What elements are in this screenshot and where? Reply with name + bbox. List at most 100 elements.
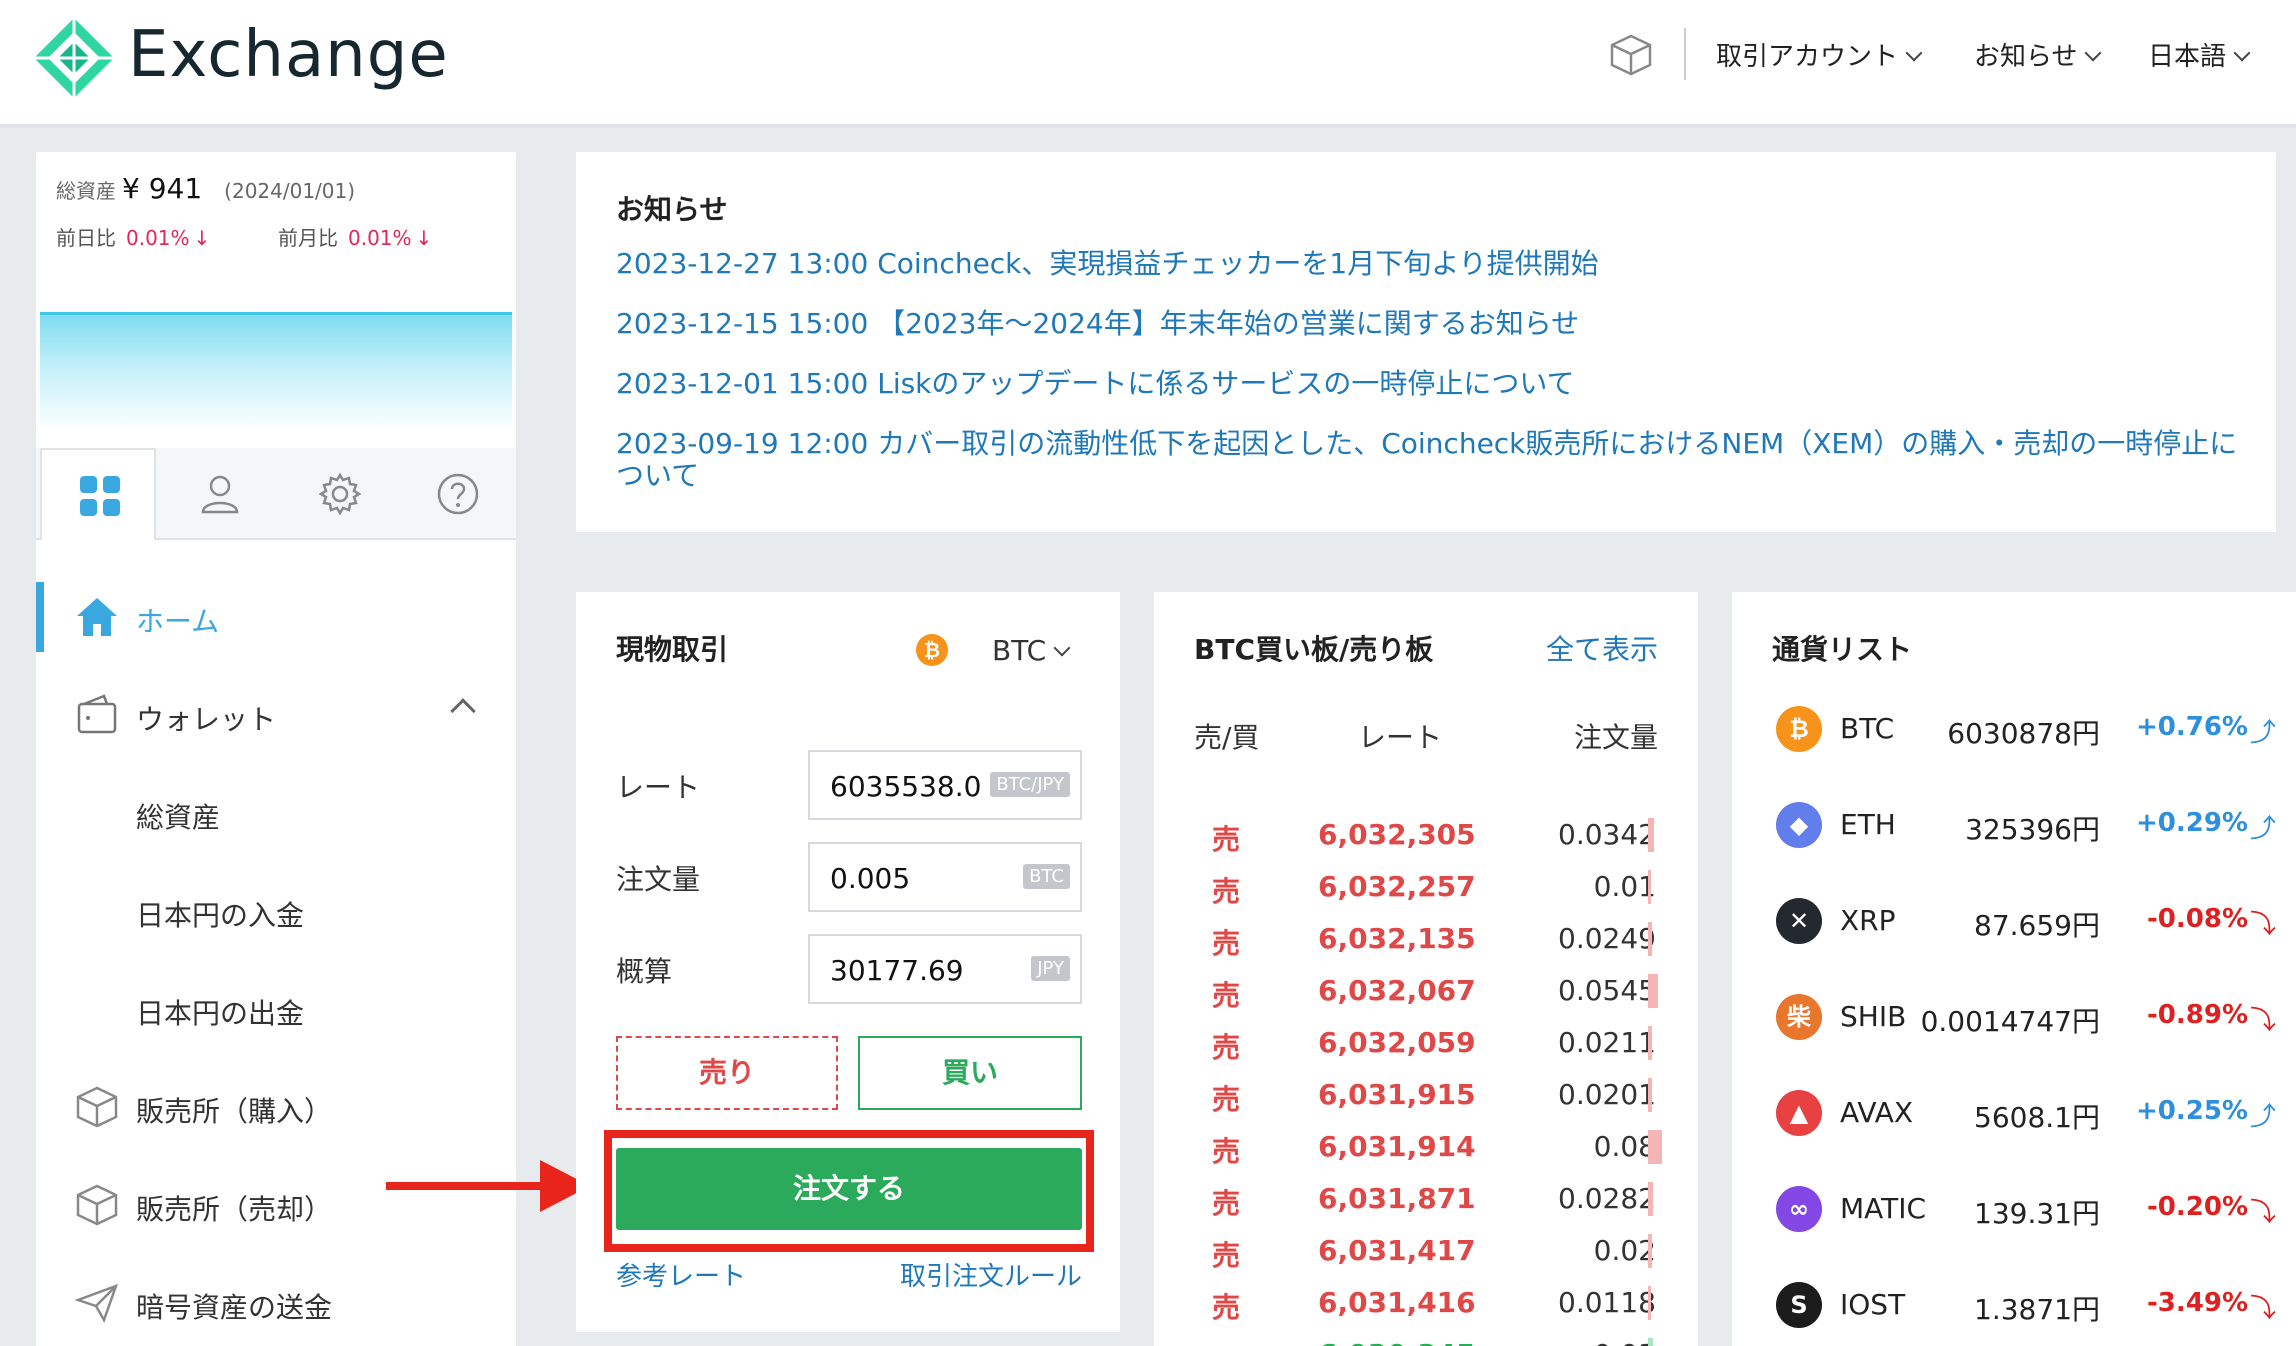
order-book-panel: BTC買い板/売り板 全て表示 売/買 レート 注文量 売 6,032,305 0.… — [1154, 592, 1698, 1346]
order-amount: 0.0118 — [1558, 1286, 1656, 1319]
notice-menu-label: お知らせ — [1974, 42, 2078, 72]
order-side: 売 — [1212, 875, 1241, 908]
sell-toggle-button[interactable]: 売り — [616, 1036, 838, 1110]
currency-row-btc[interactable]: ₿ BTC 6030878円 +0.76% ⤴ — [1732, 698, 2296, 758]
account-menu[interactable]: 取引アカウント — [1716, 36, 1923, 73]
order-side: 買 — [1212, 1338, 1240, 1346]
notice-link[interactable]: 2023-12-15 15:00 【2023年〜2024年】年末年始の営業に関す… — [616, 308, 2256, 340]
trend-up-icon: ⤴ — [2249, 1102, 2276, 1132]
currency-change: -0.08% — [2147, 904, 2248, 934]
order-book-row[interactable]: 売 6,032,067 0.0545 — [1154, 966, 1698, 1018]
currency-row-avax[interactable]: ▲ AVAX 5608.1円 +0.25% ⤴ — [1732, 1082, 2296, 1142]
order-book-row[interactable]: 売 6,031,416 0.0118 — [1154, 1278, 1698, 1330]
view-all-link[interactable]: 全て表示 — [1546, 628, 1658, 668]
tab-settings[interactable] — [306, 448, 406, 540]
currency-price: 325396円 — [1965, 813, 2100, 846]
order-side: 売 — [1212, 1083, 1241, 1116]
sidebar-item-label: 暗号資産の送金 — [136, 1291, 333, 1324]
trend-up-icon: ⤴ — [2249, 718, 2276, 748]
sidebar-item-crypto-send[interactable]: 暗号資産の送金 — [36, 1268, 516, 1338]
order-amount: 0.0342 — [1558, 818, 1656, 851]
sidebar-item-home[interactable]: ホーム — [36, 582, 516, 652]
estimate-label: 概算 — [616, 955, 673, 988]
depth-bar — [1648, 1026, 1652, 1060]
buy-toggle-button[interactable]: 買い — [858, 1036, 1082, 1110]
currency-row-iost[interactable]: S IOST 1.3871円 -3.49% ⤵ — [1732, 1274, 2296, 1334]
order-side: 売 — [1212, 1239, 1241, 1272]
place-order-button[interactable]: 注文する — [616, 1148, 1082, 1230]
asset-chart-area — [40, 312, 512, 432]
sidebar-item-label: 販売所（売却） — [136, 1193, 333, 1226]
currency-list-panel: 通貨リスト ₿ BTC 6030878円 +0.76% ⤴ ◆ ETH 325396円 +0.2… — [1732, 592, 2296, 1346]
currency-price: 5608.1円 — [1974, 1101, 2100, 1134]
total-assets-line: 総資産 ¥ 941 (2024/01/01) — [56, 172, 355, 205]
order-rate: 6,032,059 — [1318, 1026, 1476, 1059]
sidebar-item-jpy-withdraw[interactable]: 日本円の出金 — [36, 974, 516, 1044]
month-ratio: 前月比 0.01% ↓ — [278, 222, 432, 251]
notice-link[interactable]: 2023-12-01 15:00 Liskのアップデートに係るサービスの一時停止… — [616, 368, 2256, 400]
chevron-up-icon[interactable] — [450, 698, 476, 724]
order-amount: 0.0211 — [1558, 1026, 1656, 1059]
brand-name[interactable]: Exchange — [128, 18, 449, 92]
sidebar-item-shop-buy[interactable]: 販売所（購入） — [36, 1072, 516, 1142]
order-rate: 6,032,305 — [1318, 818, 1476, 851]
currency-symbol: XRP — [1840, 904, 1896, 937]
order-book-row[interactable]: 売 6,032,257 0.01 — [1154, 862, 1698, 914]
order-book-row[interactable]: 売 6,031,417 0.02 — [1154, 1226, 1698, 1278]
tab-dashboard[interactable] — [40, 448, 156, 542]
cube-icon[interactable] — [1608, 32, 1654, 78]
depth-bar — [1648, 1338, 1653, 1346]
sidebar-item-shop-sell[interactable]: 販売所（売却） — [36, 1170, 516, 1240]
tab-profile[interactable] — [186, 448, 286, 540]
chevron-down-icon — [1905, 44, 1923, 62]
cube-icon — [76, 1184, 118, 1226]
order-book-row[interactable]: 売 6,032,059 0.0211 — [1154, 1018, 1698, 1070]
chevron-down-icon — [1053, 639, 1071, 657]
sidebar-item-jpy-deposit[interactable]: 日本円の入金 — [36, 876, 516, 946]
language-menu[interactable]: 日本語 — [2148, 36, 2251, 73]
order-book-row[interactable]: 売 6,032,135 0.0249 — [1154, 914, 1698, 966]
trend-down-icon: ⤵ — [2249, 1006, 2276, 1036]
trading-rules-link[interactable]: 取引注文ルール — [900, 1256, 1082, 1293]
column-header-side: 売/買 — [1194, 721, 1260, 754]
header-divider — [1684, 28, 1686, 80]
order-book-row[interactable]: 売 6,031,915 0.0201 — [1154, 1070, 1698, 1122]
exchange-logo-icon[interactable] — [32, 16, 116, 100]
notice-link[interactable]: 2023-12-27 13:00 Coincheck、実現損益チェッカーを1月下… — [616, 248, 2256, 280]
rate-input[interactable]: 6035538.0 BTC/JPY — [808, 750, 1082, 820]
day-ratio-value: 0.01% — [126, 226, 190, 250]
estimate-input[interactable]: 30177.69 JPY — [808, 934, 1082, 1004]
currency-row-matic[interactable]: ∞ MATIC 139.31円 -0.20% ⤵ — [1732, 1178, 2296, 1238]
trend-down-icon: ⤵ — [2249, 1294, 2276, 1324]
notice-link[interactable]: 2023-09-19 12:00 カバー取引の流動性低下を起因とした、Coinc… — [616, 428, 2256, 492]
tab-help[interactable] — [426, 448, 516, 540]
order-book-row[interactable]: 売 6,032,305 0.0342 — [1154, 810, 1698, 862]
top-header: Exchange 取引アカウント お知らせ 日本語 — [0, 0, 2296, 128]
notice-menu[interactable]: お知らせ — [1974, 36, 2102, 73]
sidebar-item-label: ホーム — [136, 605, 220, 638]
currency-symbol: MATIC — [1840, 1192, 1927, 1225]
order-book-row[interactable]: 売 6,031,914 0.08 — [1154, 1122, 1698, 1174]
notice-panel: お知らせ 2023-12-27 13:00 Coincheck、実現損益チェッカ… — [576, 152, 2276, 532]
depth-bar — [1648, 1078, 1652, 1112]
currency-price: 1.3871円 — [1974, 1293, 2100, 1326]
currency-row-eth[interactable]: ◆ ETH 325396円 +0.29% ⤴ — [1732, 794, 2296, 854]
sidebar-item-wallet[interactable]: ウォレット — [36, 680, 516, 750]
currency-row-shib[interactable]: 柴 SHIB 0.0014747円 -0.89% ⤵ — [1732, 986, 2296, 1046]
amount-input[interactable]: 0.005 BTC — [808, 842, 1082, 912]
sidebar-item-total-assets[interactable]: 総資産 — [36, 778, 516, 848]
month-ratio-value: 0.01% — [348, 226, 412, 250]
amount-label: 注文量 — [616, 863, 701, 896]
coin-select[interactable]: BTC — [992, 634, 1071, 667]
matic-coin-icon: ∞ — [1776, 1186, 1822, 1232]
order-rate: 6,031,871 — [1318, 1182, 1476, 1215]
currency-row-xrp[interactable]: ✕ XRP 87.659円 -0.08% ⤵ — [1732, 890, 2296, 950]
bitcoin-icon: ₿ — [916, 634, 948, 666]
estimate-input-value: 30177.69 — [830, 954, 964, 987]
order-book-row[interactable]: 売 6,031,871 0.0282 — [1154, 1174, 1698, 1226]
order-book-row[interactable]: 買 6,030,345 0.03 — [1154, 1330, 1698, 1346]
depth-bar — [1648, 1234, 1652, 1268]
total-assets-value: ¥ 941 — [122, 172, 203, 205]
reference-rate-link[interactable]: 参考レート — [616, 1256, 746, 1293]
depth-bar — [1648, 974, 1658, 1008]
